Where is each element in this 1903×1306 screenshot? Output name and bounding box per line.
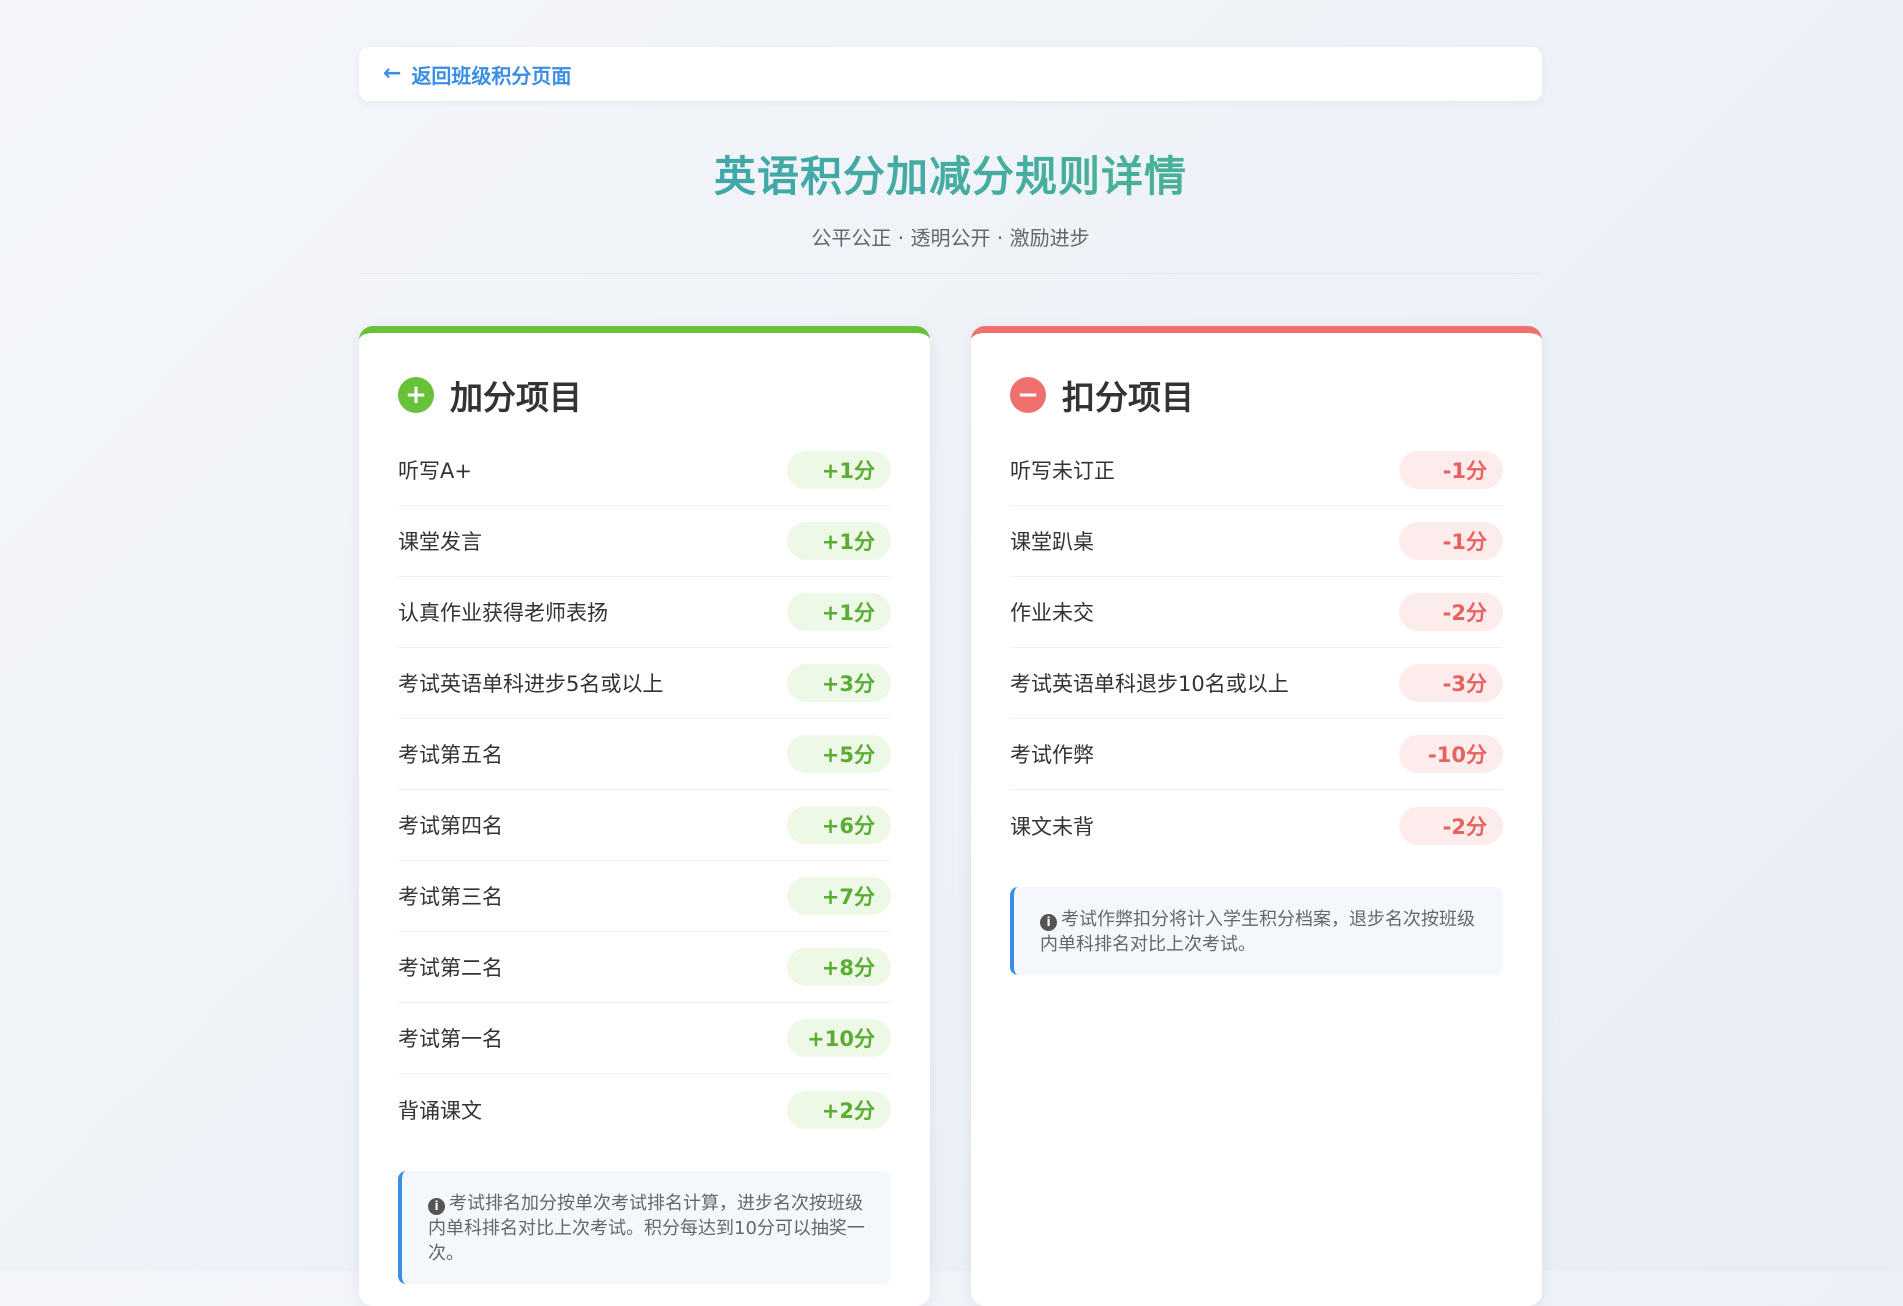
back-link-label: 返回班级积分页面 [411,63,572,88]
add-points-badge: +5分 [787,735,891,773]
add-card-title: 加分项目 [450,378,582,417]
add-rule-label: 课堂发言 [398,530,482,554]
deduct-rule-label: 考试作弊 [1010,743,1094,767]
add-rule-label: 考试英语单科进步5名或以上 [398,672,664,696]
info-icon: i [1040,914,1057,931]
deduct-points-badge: -1分 [1399,522,1503,560]
add-points-badge: +7分 [787,877,891,915]
add-points-badge: +2分 [787,1090,891,1129]
add-points-badge: +3分 [787,664,891,702]
add-points-badge: +1分 [787,522,891,560]
add-card-header: + 加分项目 [398,369,891,421]
add-rule-label: 考试第一名 [398,1027,503,1051]
add-rule-label: 考试第五名 [398,743,503,767]
add-rule-label: 考试第四名 [398,814,503,838]
add-rule-row: 考试第四名 +6分 [398,790,891,861]
info-icon: i [428,1198,445,1215]
deduct-rule-label: 课文未背 [1010,814,1094,839]
add-rule-label: 考试第三名 [398,885,503,909]
add-rule-row: 考试第三名 +7分 [398,861,891,932]
add-note-text: 考试排名加分按单次考试排名计算，进步名次按班级内单科排名对比上次考试。积分每达到… [428,1193,865,1264]
arrow-left-icon: ← [383,61,402,86]
header-divider [359,273,1542,274]
add-points-badge: +10分 [787,1019,891,1057]
deduct-card-header: − 扣分项目 [1010,369,1503,421]
add-rule-row: 考试第一名 +10分 [398,1003,891,1074]
add-rules-note: i 考试排名加分按单次考试排名计算，进步名次按班级内单科排名对比上次考试。积分每达… [398,1171,891,1284]
deduct-rule-label: 课堂趴桌 [1010,530,1094,554]
page-container: ← 返回班级积分页面 英语积分加减分规则详情 公平公正 · 透明公开 · 激励进… [359,47,1542,1306]
add-rule-row: 考试第二名 +8分 [398,932,891,1003]
page-header: 英语积分加减分规则详情 公平公正 · 透明公开 · 激励进步 [359,143,1542,274]
deduct-rule-row: 考试英语单科退步10名或以上 -3分 [1010,648,1503,719]
add-points-badge: +1分 [787,451,891,489]
deduct-rules-note: i 考试作弊扣分将计入学生积分档案，退步名次按班级内单科排名对比上次考试。 [1010,887,1503,975]
deduct-rule-label: 听写未订正 [1010,459,1115,483]
deduct-rule-row: 考试作弊 -10分 [1010,719,1503,790]
deduct-points-badge: -2分 [1399,806,1503,845]
deduct-rule-row: 课文未背 -2分 [1010,790,1503,861]
deduct-rule-label: 考试英语单科退步10名或以上 [1010,672,1289,696]
deduct-rule-row: 作业未交 -2分 [1010,577,1503,648]
deduct-rule-row: 课堂趴桌 -1分 [1010,506,1503,577]
plus-circle-icon: + [398,377,434,413]
add-rule-label: 考试第二名 [398,956,503,980]
minus-circle-icon: − [1010,377,1046,413]
deduct-points-badge: -3分 [1399,664,1503,702]
rules-cards: + 加分项目 听写A+ +1分 课堂发言 +1分 认真作业获得老师表扬 +1分 考试英语单科… [359,326,1542,1306]
deduct-points-badge: -1分 [1399,451,1503,489]
deduct-card-title: 扣分项目 [1062,378,1194,417]
add-points-badge: +1分 [787,593,891,631]
add-rule-row: 认真作业获得老师表扬 +1分 [398,577,891,648]
add-rule-row: 背诵课文 +2分 [398,1074,891,1145]
add-points-badge: +8分 [787,948,891,986]
add-rule-label: 听写A+ [398,459,472,483]
add-rule-row: 课堂发言 +1分 [398,506,891,577]
add-rule-row: 考试第五名 +5分 [398,719,891,790]
add-points-card: + 加分项目 听写A+ +1分 课堂发言 +1分 认真作业获得老师表扬 +1分 考试英语单科… [359,326,930,1306]
deduct-rule-row: 听写未订正 -1分 [1010,435,1503,506]
add-rule-label: 认真作业获得老师表扬 [398,601,608,625]
back-to-class-points-link[interactable]: ← 返回班级积分页面 [359,47,1542,101]
add-points-badge: +6分 [787,806,891,844]
page-subtitle: 公平公正 · 透明公开 · 激励进步 [811,226,1090,250]
deduct-points-badge: -10分 [1399,735,1503,773]
add-rules-list: 听写A+ +1分 课堂发言 +1分 认真作业获得老师表扬 +1分 考试英语单科进步5名或以上… [398,435,891,1145]
add-rule-label: 背诵课文 [398,1098,482,1123]
deduct-rules-list: 听写未订正 -1分 课堂趴桌 -1分 作业未交 -2分 考试英语单科退步10名或以上 -3分考… [1010,435,1503,861]
add-rule-row: 考试英语单科进步5名或以上 +3分 [398,648,891,719]
deduct-points-badge: -2分 [1399,593,1503,631]
deduct-note-text: 考试作弊扣分将计入学生积分档案，退步名次按班级内单科排名对比上次考试。 [1040,909,1475,955]
deduct-rule-label: 作业未交 [1010,601,1094,625]
page-title: 英语积分加减分规则详情 [359,143,1542,204]
deduct-points-card: − 扣分项目 听写未订正 -1分 课堂趴桌 -1分 作业未交 -2分 考试英语单科退步10名… [971,326,1542,1306]
add-rule-row: 听写A+ +1分 [398,435,891,506]
